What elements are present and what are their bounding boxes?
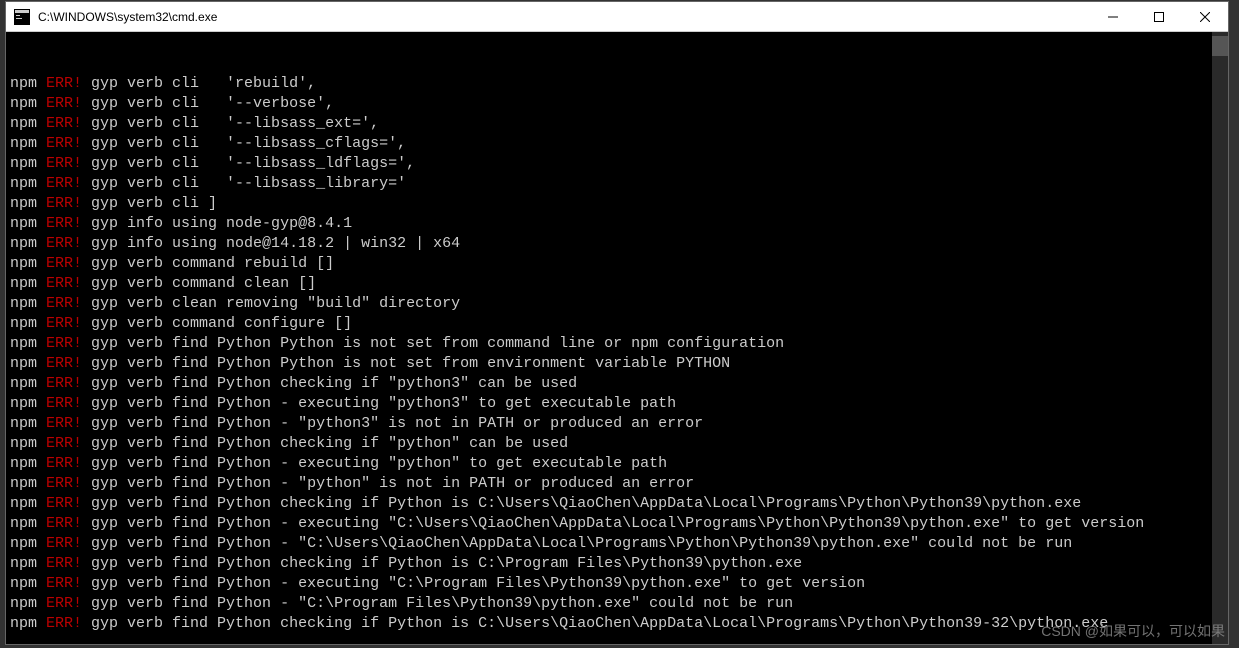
scrollbar[interactable] <box>1212 32 1228 644</box>
terminal-line: npm ERR! gyp info using node@14.18.2 | w… <box>10 234 1224 254</box>
terminal-output[interactable]: npm ERR! gyp verb cli 'rebuild',npm ERR!… <box>6 32 1228 644</box>
terminal-line: npm ERR! gyp verb find Python - executin… <box>10 514 1224 534</box>
terminal-line: npm ERR! gyp info using node-gyp@8.4.1 <box>10 214 1224 234</box>
terminal-line: npm ERR! gyp verb find Python checking i… <box>10 554 1224 574</box>
terminal-line: npm ERR! gyp verb find Python checking i… <box>10 494 1224 514</box>
close-button[interactable] <box>1182 2 1228 32</box>
titlebar[interactable]: C:\WINDOWS\system32\cmd.exe <box>6 2 1228 32</box>
terminal-line: npm ERR! gyp verb find Python - "C:\User… <box>10 534 1224 554</box>
terminal-line: npm ERR! gyp verb cli '--libsass_cflags=… <box>10 134 1224 154</box>
terminal-line: npm ERR! gyp verb cli ] <box>10 194 1224 214</box>
minimize-button[interactable] <box>1090 2 1136 32</box>
terminal-line: npm ERR! gyp verb find Python checking i… <box>10 374 1224 394</box>
terminal-line: npm ERR! gyp verb cli '--libsass_ldflags… <box>10 154 1224 174</box>
cmd-window: C:\WINDOWS\system32\cmd.exe npm ERR! gyp… <box>5 1 1229 645</box>
app-icon <box>14 9 30 25</box>
terminal-line: npm ERR! gyp verb command clean [] <box>10 274 1224 294</box>
terminal-line: npm ERR! gyp verb find Python checking i… <box>10 434 1224 454</box>
window-controls <box>1090 2 1228 32</box>
window-title: C:\WINDOWS\system32\cmd.exe <box>38 10 1090 24</box>
terminal-line: npm ERR! gyp verb find Python - executin… <box>10 394 1224 414</box>
terminal-line: npm ERR! gyp verb find Python - "python3… <box>10 414 1224 434</box>
terminal-line: npm ERR! gyp verb find Python - executin… <box>10 454 1224 474</box>
terminal-line: npm ERR! gyp verb cli '--libsass_library… <box>10 174 1224 194</box>
terminal-line: npm ERR! gyp verb find Python - "C:\Prog… <box>10 594 1224 614</box>
scrollbar-thumb[interactable] <box>1212 36 1228 56</box>
terminal-line: npm ERR! gyp verb command configure [] <box>10 314 1224 334</box>
terminal-line: npm ERR! gyp verb find Python Python is … <box>10 354 1224 374</box>
terminal-line: npm ERR! gyp verb cli '--libsass_ext=', <box>10 114 1224 134</box>
terminal-line: npm ERR! gyp verb cli '--verbose', <box>10 94 1224 114</box>
terminal-line: npm ERR! gyp verb find Python - "python"… <box>10 474 1224 494</box>
terminal-line: npm ERR! gyp verb find Python Python is … <box>10 334 1224 354</box>
terminal-line: npm ERR! gyp verb clean removing "build"… <box>10 294 1224 314</box>
maximize-button[interactable] <box>1136 2 1182 32</box>
watermark-text: CSDN @如果可以，可以如果 <box>1041 621 1225 641</box>
terminal-line: npm ERR! gyp verb cli 'rebuild', <box>10 74 1224 94</box>
terminal-line: npm ERR! gyp verb find Python - executin… <box>10 574 1224 594</box>
terminal-line: npm ERR! gyp verb command rebuild [] <box>10 254 1224 274</box>
